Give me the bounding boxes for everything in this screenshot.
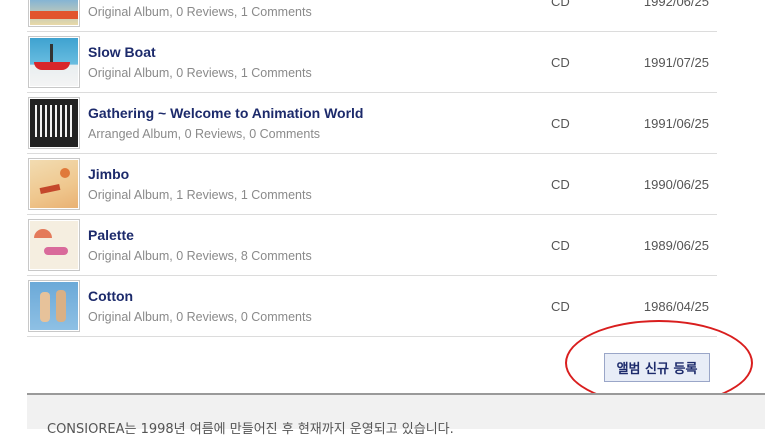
album-title[interactable]: Slow Boat (88, 44, 156, 60)
album-cover[interactable] (28, 0, 80, 27)
album-format: CD (551, 238, 570, 253)
album-format: CD (551, 55, 570, 70)
album-row: Palette Original Album, 0 Reviews, 8 Com… (27, 215, 717, 276)
album-row: Cotton Original Album, 0 Reviews, 0 Comm… (27, 276, 717, 337)
album-title[interactable]: Palette (88, 227, 134, 243)
album-date: 1991/06/25 (643, 116, 709, 131)
album-cover[interactable] (28, 97, 80, 149)
album-row: Jimbo Original Album, 1 Reviews, 1 Comme… (27, 154, 717, 215)
album-cover[interactable] (28, 280, 80, 332)
register-album-button[interactable]: 앨범 신규 등록 (604, 353, 710, 382)
album-meta: Original Album, 0 Reviews, 1 Comments (88, 66, 312, 80)
album-meta: Arranged Album, 0 Reviews, 0 Comments (88, 127, 321, 141)
album-cover[interactable] (28, 36, 80, 88)
album-cover[interactable] (28, 158, 80, 210)
album-date: 1986/04/25 (643, 299, 709, 314)
album-cover[interactable] (28, 219, 80, 271)
album-format: CD (551, 177, 570, 192)
album-row: Original Album, 0 Reviews, 1 Comments CD… (27, 0, 717, 32)
footer-text: CONSIOREA는 1998년 여름에 만들어진 후 현재까지 운영되고 있습… (47, 422, 454, 437)
album-format: CD (551, 116, 570, 131)
album-date: 1992/06/25 (643, 0, 709, 9)
album-title[interactable]: Jimbo (88, 166, 129, 182)
album-list: Original Album, 0 Reviews, 1 Comments CD… (27, 0, 717, 337)
album-meta: Original Album, 0 Reviews, 1 Comments (88, 5, 312, 19)
album-meta: Original Album, 0 Reviews, 8 Comments (88, 249, 312, 263)
album-date: 1990/06/25 (643, 177, 709, 192)
album-date: 1991/07/25 (643, 55, 709, 70)
album-date: 1989/06/25 (643, 238, 709, 253)
album-title[interactable]: Gathering ~ Welcome to Animation World (88, 105, 364, 121)
album-meta: Original Album, 0 Reviews, 0 Comments (88, 310, 312, 324)
album-format: CD (551, 0, 570, 9)
album-row: Slow Boat Original Album, 0 Reviews, 1 C… (27, 32, 717, 93)
album-format: CD (551, 299, 570, 314)
album-title[interactable]: Cotton (88, 288, 133, 304)
album-row: Gathering ~ Welcome to Animation World A… (27, 93, 717, 154)
site-footer: CONSIOREA는 1998년 여름에 만들어진 후 현재까지 운영되고 있습… (27, 393, 765, 437)
album-meta: Original Album, 1 Reviews, 1 Comments (88, 188, 312, 202)
